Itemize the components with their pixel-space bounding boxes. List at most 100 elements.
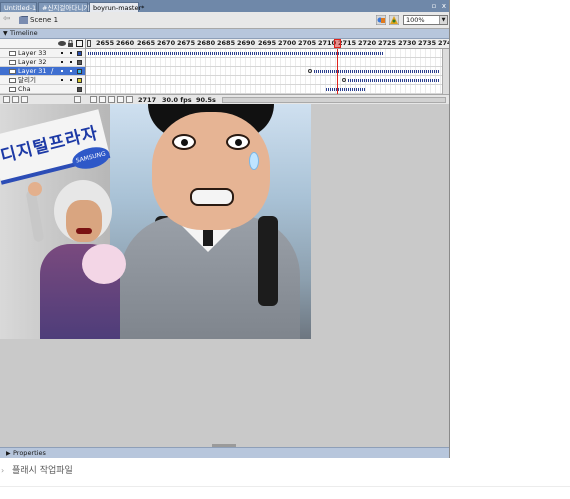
- back-arrow-icon[interactable]: ⇦: [3, 15, 12, 24]
- layer-color-swatch[interactable]: [77, 51, 82, 56]
- frame-number: 2660: [116, 39, 135, 47]
- layer-color-swatch[interactable]: [77, 60, 82, 65]
- zoom-select[interactable]: 100% ▼: [403, 15, 448, 25]
- layer-icon: [9, 87, 16, 92]
- frame-row[interactable]: [86, 76, 442, 85]
- lock-dot[interactable]: [70, 79, 72, 81]
- insert-folder-icon[interactable]: [21, 96, 28, 103]
- layer-name[interactable]: Layer 33: [18, 49, 46, 58]
- lock-dot[interactable]: [70, 61, 72, 63]
- scene-label[interactable]: Scene 1: [30, 15, 58, 25]
- eye: [226, 134, 250, 150]
- restore-icon[interactable]: ▫: [430, 2, 438, 10]
- sound-waveform: [314, 70, 440, 73]
- visibility-dot[interactable]: [61, 70, 63, 72]
- layer-icon: [9, 69, 16, 74]
- insert-layer-icon[interactable]: [3, 96, 10, 103]
- frame-number: 2665: [137, 39, 156, 47]
- keyframe[interactable]: [308, 69, 312, 73]
- onion-outline-icon[interactable]: [108, 96, 115, 103]
- grandma-face: [66, 200, 102, 242]
- lock-dot[interactable]: [70, 52, 72, 54]
- frame-number: 2675: [177, 39, 196, 47]
- stage-canvas[interactable]: 디지털프라자 SAMSUNG: [0, 104, 311, 339]
- trash-icon[interactable]: [74, 96, 81, 103]
- layer-row[interactable]: 달리기: [0, 76, 85, 85]
- frame-row[interactable]: [86, 58, 442, 67]
- expand-triangle-icon[interactable]: ▶: [6, 449, 11, 458]
- frame-number: 2685: [217, 39, 236, 47]
- keyframe[interactable]: [342, 78, 346, 82]
- eye: [172, 134, 196, 150]
- window-right-border: [449, 0, 450, 458]
- edit-symbols-icon[interactable]: [376, 15, 386, 25]
- layer-name[interactable]: Layer 32: [18, 58, 46, 67]
- layer-icon: [9, 78, 16, 83]
- layer-list-header: [0, 39, 85, 49]
- frame-number: 2655: [96, 39, 115, 47]
- timeline: Layer 33 Layer 32 Layer 31 / 달리기 Cha 265…: [0, 39, 450, 105]
- eye-icon[interactable]: [58, 41, 66, 46]
- layer-name[interactable]: Layer 31: [18, 67, 46, 76]
- layer-row[interactable]: Layer 32: [0, 58, 85, 67]
- timeline-panel-header[interactable]: ▼ Timeline: [0, 29, 450, 39]
- edit-scene-icon[interactable]: [389, 15, 399, 25]
- frame-number: 2730: [398, 39, 417, 47]
- caption-text: 플래시 작업파일: [12, 466, 73, 476]
- lock-icon[interactable]: [68, 40, 73, 47]
- frame-ruler[interactable]: 2655 2660 2665 2670 2675 2680 2685 2690 …: [86, 39, 450, 49]
- layer-row-selected[interactable]: Layer 31 /: [0, 67, 85, 76]
- frame-row[interactable]: [86, 67, 442, 76]
- ruler-start-marker: [87, 40, 91, 47]
- backpack-strap: [258, 216, 278, 306]
- caption-divider: [0, 486, 570, 487]
- layer-color-swatch[interactable]: [77, 78, 82, 83]
- frame-number: 2690: [237, 39, 256, 47]
- tab-untitled[interactable]: Untitled-1: [0, 2, 37, 12]
- frame-row[interactable]: [86, 85, 442, 94]
- layer-row[interactable]: Cha: [0, 85, 85, 94]
- modify-markers-icon[interactable]: [126, 96, 133, 103]
- frame-number: 2720: [358, 39, 377, 47]
- tab-boyrun-master[interactable]: boyrun-master*: [89, 2, 144, 12]
- outline-toggle-icon[interactable]: [76, 40, 83, 47]
- visibility-dot[interactable]: [61, 52, 63, 54]
- close-icon[interactable]: x: [440, 2, 448, 10]
- layer-color-swatch[interactable]: [77, 69, 82, 74]
- sound-waveform: [348, 79, 440, 82]
- lock-dot[interactable]: [70, 70, 72, 72]
- layer-icon: [9, 51, 16, 56]
- tear-drop: [249, 152, 259, 170]
- layer-row[interactable]: Layer 33: [0, 49, 85, 58]
- tab-walking-girl[interactable]: #신지걸아다니기~: [38, 2, 95, 12]
- visibility-dot[interactable]: [61, 79, 63, 81]
- frame-row[interactable]: [86, 49, 442, 58]
- edit-multiple-frames-icon[interactable]: [117, 96, 124, 103]
- collapse-triangle-icon[interactable]: ▼: [3, 30, 8, 37]
- layer-name[interactable]: Cha: [18, 85, 31, 93]
- visibility-dot[interactable]: [61, 61, 63, 63]
- timeline-horizontal-scrollbar[interactable]: [222, 97, 446, 103]
- stage-area[interactable]: 디지털프라자 SAMSUNG: [0, 104, 450, 446]
- grandma-hand: [28, 182, 42, 196]
- frame-number: 2700: [278, 39, 297, 47]
- layer-list: Layer 33 Layer 32 Layer 31 / 달리기 Cha: [0, 39, 86, 94]
- frame-grid[interactable]: [86, 49, 442, 94]
- layer-name[interactable]: 달리기: [18, 76, 36, 85]
- frame-number: 2695: [258, 39, 277, 47]
- add-guide-icon[interactable]: [12, 96, 19, 103]
- sound-waveform: [88, 52, 384, 55]
- frame-number: 2680: [197, 39, 216, 47]
- sound-waveform: [326, 88, 366, 91]
- onion-skin-icon[interactable]: [99, 96, 106, 103]
- mouth: [190, 188, 234, 206]
- zoom-value: 100%: [406, 16, 425, 24]
- edit-bar: ⇦ Scene 1 100% ▼: [0, 12, 450, 29]
- center-frame-icon[interactable]: [90, 96, 97, 103]
- properties-panel-header[interactable]: ▶ Properties: [0, 447, 450, 458]
- document-tab-bar: Untitled-1 #신지걸아다니기~ boyrun-master* ▫ x: [0, 0, 450, 12]
- layer-color-swatch[interactable]: [77, 87, 82, 92]
- layer-icon: [9, 60, 16, 65]
- playhead-marker[interactable]: [334, 39, 341, 48]
- chevron-down-icon[interactable]: ▼: [439, 16, 447, 24]
